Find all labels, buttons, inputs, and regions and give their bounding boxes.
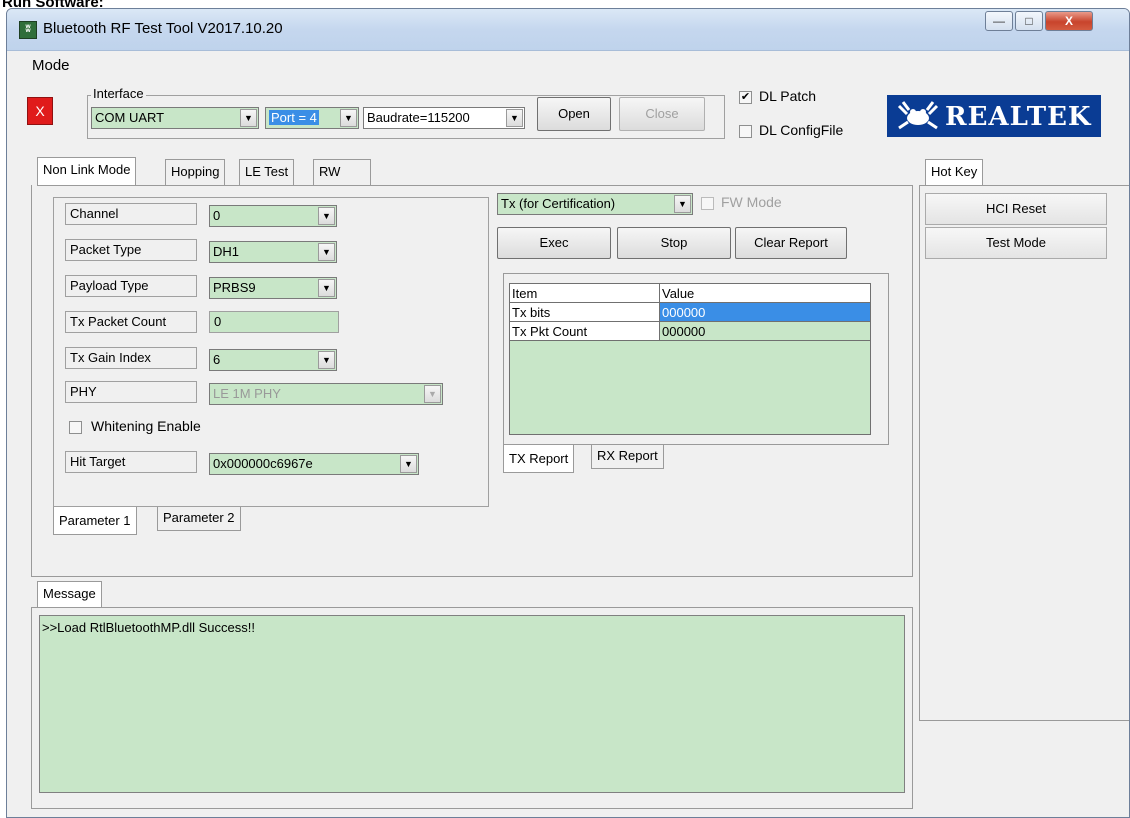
payload-type-value: PRBS9 xyxy=(213,280,256,295)
chevron-down-icon: ▼ xyxy=(318,279,335,297)
table-row[interactable]: Tx bits 000000 xyxy=(509,302,871,322)
tab-parameter-2[interactable]: Parameter 2 xyxy=(157,507,241,531)
close-window-button[interactable]: X xyxy=(1045,11,1093,31)
whitening-enable-label: Whitening Enable xyxy=(91,418,201,434)
tx-gain-index-value: 6 xyxy=(213,352,221,367)
chevron-down-icon: ▼ xyxy=(318,243,335,261)
tx-mode-select[interactable]: Tx (for Certification) ▼ xyxy=(497,193,693,215)
crab-logo-icon xyxy=(897,101,939,130)
tx-gain-index-label: Tx Gain Index xyxy=(65,347,197,369)
packet-type-select[interactable]: DH1 ▼ xyxy=(209,241,337,263)
realtek-logo: REALTEK xyxy=(887,95,1101,137)
hot-key-panel xyxy=(919,185,1129,721)
tab-tx-report[interactable]: TX Report xyxy=(503,445,575,473)
payload-type-select[interactable]: PRBS9 ▼ xyxy=(209,277,337,299)
payload-type-label: Payload Type xyxy=(65,275,197,297)
minimize-button[interactable]: — xyxy=(985,11,1013,31)
channel-select[interactable]: 0 ▼ xyxy=(209,205,337,227)
tab-message[interactable]: Message xyxy=(37,581,102,609)
report-item-cell: Tx Pkt Count xyxy=(509,321,660,341)
close-port-button[interactable]: Close xyxy=(619,97,705,131)
hit-target-select[interactable]: 0x000000c6967e ▼ xyxy=(209,453,419,475)
packet-type-label: Packet Type xyxy=(65,239,197,261)
tx-packet-count-input[interactable]: 0 xyxy=(209,311,339,333)
exec-button[interactable]: Exec xyxy=(497,227,611,259)
open-button[interactable]: Open xyxy=(537,97,611,131)
report-table: Item Value Tx bits 000000 Tx Pkt Count 0… xyxy=(509,283,871,341)
logo-text: REALTEK xyxy=(945,102,1092,132)
phy-label: PHY xyxy=(65,381,197,403)
chevron-down-icon: ▼ xyxy=(400,455,417,473)
whitening-enable-checkbox[interactable] xyxy=(69,421,82,434)
tab-parameter-1[interactable]: Parameter 1 xyxy=(53,507,137,535)
chevron-down-icon: ▼ xyxy=(318,351,335,369)
hit-target-value: 0x000000c6967e xyxy=(213,456,313,471)
interface-group-label: Interface xyxy=(91,86,146,101)
table-row[interactable]: Tx Pkt Count 000000 xyxy=(509,321,871,341)
tx-packet-count-label: Tx Packet Count xyxy=(65,311,197,333)
chevron-down-icon: ▼ xyxy=(240,109,257,127)
hit-target-label: Hit Target xyxy=(65,451,197,473)
panel-top-edge xyxy=(37,185,913,186)
chevron-down-icon: ▼ xyxy=(318,207,335,225)
dl-configfile-checkbox[interactable] xyxy=(739,125,752,138)
connection-status-indicator: X xyxy=(27,97,53,125)
menu-bar: Mode xyxy=(7,51,1129,79)
interface-type-select[interactable]: COM UART ▼ xyxy=(91,107,259,129)
dl-patch-label: DL Patch xyxy=(759,88,817,104)
clear-report-button[interactable]: Clear Report xyxy=(735,227,847,259)
report-value-cell: 000000 xyxy=(659,321,871,341)
tab-le-test[interactable]: LE Test xyxy=(239,159,295,185)
report-value-cell: 000000 xyxy=(659,302,871,322)
fw-mode-label: FW Mode xyxy=(721,194,782,210)
bluetooth-app-icon: ʬ xyxy=(19,21,37,39)
dl-patch-checkbox[interactable]: ✔ xyxy=(739,91,752,104)
chevron-down-icon: ▼ xyxy=(506,109,523,127)
table-header-row: Item Value xyxy=(509,283,871,303)
maximize-button[interactable]: □ xyxy=(1015,11,1043,31)
channel-label: Channel xyxy=(65,203,197,225)
title-bar[interactable]: ʬ Bluetooth RF Test Tool V2017.10.20 — □… xyxy=(7,9,1129,51)
message-log[interactable]: >>Load RtlBluetoothMP.dll Success!! xyxy=(39,615,905,793)
tab-hopping[interactable]: Hopping xyxy=(165,159,226,185)
chevron-down-icon: ▼ xyxy=(340,109,357,127)
column-header-item[interactable]: Item xyxy=(509,283,660,303)
fw-mode-checkbox[interactable] xyxy=(701,197,714,210)
tab-rx-report[interactable]: RX Report xyxy=(591,445,664,469)
port-value: Port = 4 xyxy=(269,110,319,125)
chevron-down-icon: ▼ xyxy=(674,195,691,213)
tab-hot-key[interactable]: Hot Key xyxy=(925,159,984,187)
chevron-down-icon: ▼ xyxy=(424,385,441,403)
tx-mode-value: Tx (for Certification) xyxy=(501,196,616,211)
phy-select[interactable]: LE 1M PHY ▼ xyxy=(209,383,443,405)
dl-configfile-label: DL ConfigFile xyxy=(759,122,844,138)
column-header-value[interactable]: Value xyxy=(659,283,871,303)
baudrate-value: Baudrate=115200 xyxy=(367,110,470,125)
packet-type-value: DH1 xyxy=(213,244,240,259)
stop-button[interactable]: Stop xyxy=(617,227,731,259)
hci-reset-button[interactable]: HCI Reset xyxy=(925,193,1107,225)
report-item-cell: Tx bits xyxy=(509,302,660,322)
test-mode-button[interactable]: Test Mode xyxy=(925,227,1107,259)
interface-type-value: COM UART xyxy=(95,110,165,125)
app-window: ʬ Bluetooth RF Test Tool V2017.10.20 — □… xyxy=(6,8,1130,818)
channel-value: 0 xyxy=(213,208,221,223)
tab-rw[interactable]: RW xyxy=(313,159,372,185)
tx-gain-index-select[interactable]: 6 ▼ xyxy=(209,349,337,371)
window-title: Bluetooth RF Test Tool V2017.10.20 xyxy=(43,20,283,37)
port-select[interactable]: Port = 4 ▼ xyxy=(265,107,359,129)
menu-mode[interactable]: Mode xyxy=(32,57,70,74)
baudrate-select[interactable]: Baudrate=115200 ▼ xyxy=(363,107,525,129)
phy-value: LE 1M PHY xyxy=(213,386,281,401)
tab-non-link-mode[interactable]: Non Link Mode xyxy=(37,157,137,185)
